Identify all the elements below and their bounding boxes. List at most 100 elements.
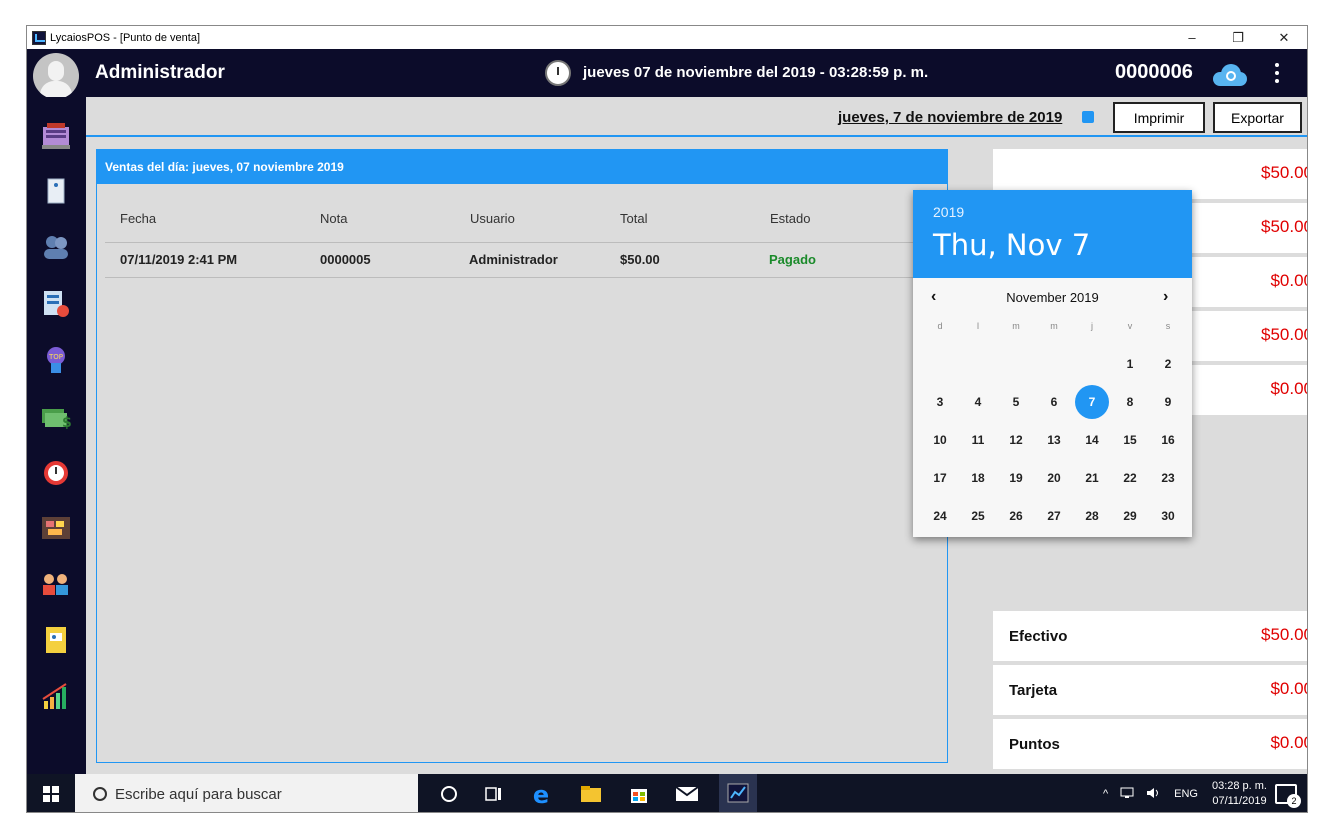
edge-browser-icon[interactable]: e [529,782,553,806]
customers-icon[interactable] [37,565,75,603]
column-header-usuario[interactable]: Usuario [470,211,515,226]
calendar-day[interactable]: 19 [999,461,1033,495]
calendar-day[interactable]: 5 [999,385,1033,419]
calendar-month-label: November 2019 [1006,290,1099,305]
weekday-label: m [1012,321,1020,331]
close-button[interactable]: ✕ [1261,26,1307,49]
inventory-icon[interactable] [37,509,75,547]
calendar-day[interactable]: 3 [923,385,957,419]
calendar-day[interactable]: 11 [961,423,995,457]
chevron-right-icon[interactable]: › [1163,288,1168,306]
notes-icon[interactable] [37,173,75,211]
documents-icon[interactable] [37,621,75,659]
cell-usuario: Administrador [469,252,558,267]
calendar-day[interactable]: 20 [1037,461,1071,495]
calendar-day[interactable]: 23 [1151,461,1185,495]
file-explorer-icon[interactable] [579,782,603,806]
payment-card-efectivo: Efectivo $50.00 [993,611,1307,661]
current-datetime: jueves 07 de noviembre del 2019 - 03:28:… [583,64,929,81]
avatar[interactable] [33,53,79,99]
taskbar-search[interactable]: Escribe aquí para buscar [75,774,418,812]
network-icon[interactable] [1120,787,1134,802]
calendar-day[interactable]: 9 [1151,385,1185,419]
column-header-estado[interactable]: Estado [770,211,810,226]
calendar-day[interactable]: 15 [1113,423,1147,457]
calendar-day[interactable]: 4 [961,385,995,419]
notifications-icon[interactable]: 2 [1275,784,1301,808]
calendar-day[interactable]: 1 [1113,347,1147,381]
taskbar-date: 07/11/2019 [1212,795,1267,807]
restore-button[interactable]: ❐ [1215,26,1261,49]
payment-value: $0.00 [1270,733,1307,752]
calendar-day[interactable]: 2 [1151,347,1185,381]
taskbar: Escribe aquí para buscar e ^ ENG 03:28 p… [27,774,1307,812]
column-header-total[interactable]: Total [620,211,647,226]
chevron-left-icon[interactable]: ‹ [931,288,936,306]
summary-value: $0.00 [1270,379,1307,398]
money-icon[interactable]: $ [37,397,75,435]
start-button[interactable] [27,774,75,812]
cortana-icon[interactable] [437,782,461,806]
language-indicator[interactable]: ENG [1174,788,1198,800]
date-picker-field[interactable]: jueves, 7 de noviembre de 2019 [838,109,1062,126]
calendar-icon[interactable] [1082,111,1094,123]
calendar-day[interactable]: 10 [923,423,957,457]
mail-icon[interactable] [675,782,699,806]
calendar-day[interactable]: 25 [961,499,995,533]
store-icon[interactable] [627,782,651,806]
calendar-day[interactable]: 14 [1075,423,1109,457]
users-icon[interactable] [37,229,75,267]
calendar-day[interactable]: 13 [1037,423,1071,457]
calendar-day[interactable]: 28 [1075,499,1109,533]
volume-icon[interactable] [1146,787,1162,802]
lycaiospos-taskbar-icon[interactable] [719,774,757,812]
calendar-day[interactable]: 30 [1151,499,1185,533]
top-badge-icon[interactable]: TOP [37,341,75,379]
calendar-day[interactable]: 21 [1075,461,1109,495]
payment-card-tarjeta: Tarjeta $0.00 [993,665,1307,715]
calendar-day[interactable]: 22 [1113,461,1147,495]
pos-register-icon[interactable] [37,117,75,155]
stats-chart-icon[interactable] [37,677,75,715]
timer-icon[interactable] [37,453,75,491]
calendar-day[interactable]: 18 [961,461,995,495]
system-tray: ^ ENG 03:28 p. m. 07/11/2019 2 [1097,774,1307,812]
minimize-button[interactable]: – [1169,26,1215,49]
calendar-day[interactable]: 12 [999,423,1033,457]
calendar-day[interactable]: 16 [1151,423,1185,457]
cell-nota: 0000005 [320,252,371,267]
sidebar: TOP $ [27,97,86,774]
svg-text:e: e [533,782,549,806]
calendar-year[interactable]: 2019 [933,204,964,220]
weekday-label: l [977,321,979,331]
calendar-day-selected[interactable]: 7 [1075,385,1109,419]
svg-text:$: $ [62,415,72,431]
windows-logo-icon [43,786,59,802]
calendar-day[interactable]: 17 [923,461,957,495]
column-header-nota[interactable]: Nota [320,211,347,226]
sales-panel-title: Ventas del día: jueves, 07 noviembre 201… [97,150,947,184]
date-picker-popup: 2019 Thu, Nov 7 November 2019 ‹ › dlmmjv… [913,190,1192,537]
search-placeholder: Escribe aquí para buscar [115,785,282,803]
calendar-day[interactable]: 29 [1113,499,1147,533]
taskbar-clock[interactable]: 03:28 p. m. 07/11/2019 [1212,779,1267,809]
calendar-selected-date: Thu, Nov 7 [933,228,1091,262]
chevron-up-icon[interactable]: ^ [1103,788,1108,800]
weekday-label: m [1050,321,1058,331]
reports-clock-icon[interactable] [37,285,75,323]
calendar-day[interactable]: 27 [1037,499,1071,533]
weekday-label: s [1165,321,1171,331]
cloud-sync-icon[interactable] [1213,64,1247,86]
calendar-day[interactable]: 6 [1037,385,1071,419]
print-button[interactable]: Imprimir [1113,102,1205,133]
export-button[interactable]: Exportar [1213,102,1302,133]
column-header-fecha[interactable]: Fecha [120,211,156,226]
payment-label: Tarjeta [1009,682,1058,699]
calendar-day[interactable]: 8 [1113,385,1147,419]
toolbar: jueves, 7 de noviembre de 2019 Imprimir … [86,97,1307,137]
calendar-day[interactable]: 26 [999,499,1033,533]
calendar-day[interactable]: 24 [923,499,957,533]
task-view-icon[interactable] [482,782,506,806]
sales-panel: Ventas del día: jueves, 07 noviembre 201… [96,149,948,763]
more-menu-icon[interactable] [1275,63,1279,83]
